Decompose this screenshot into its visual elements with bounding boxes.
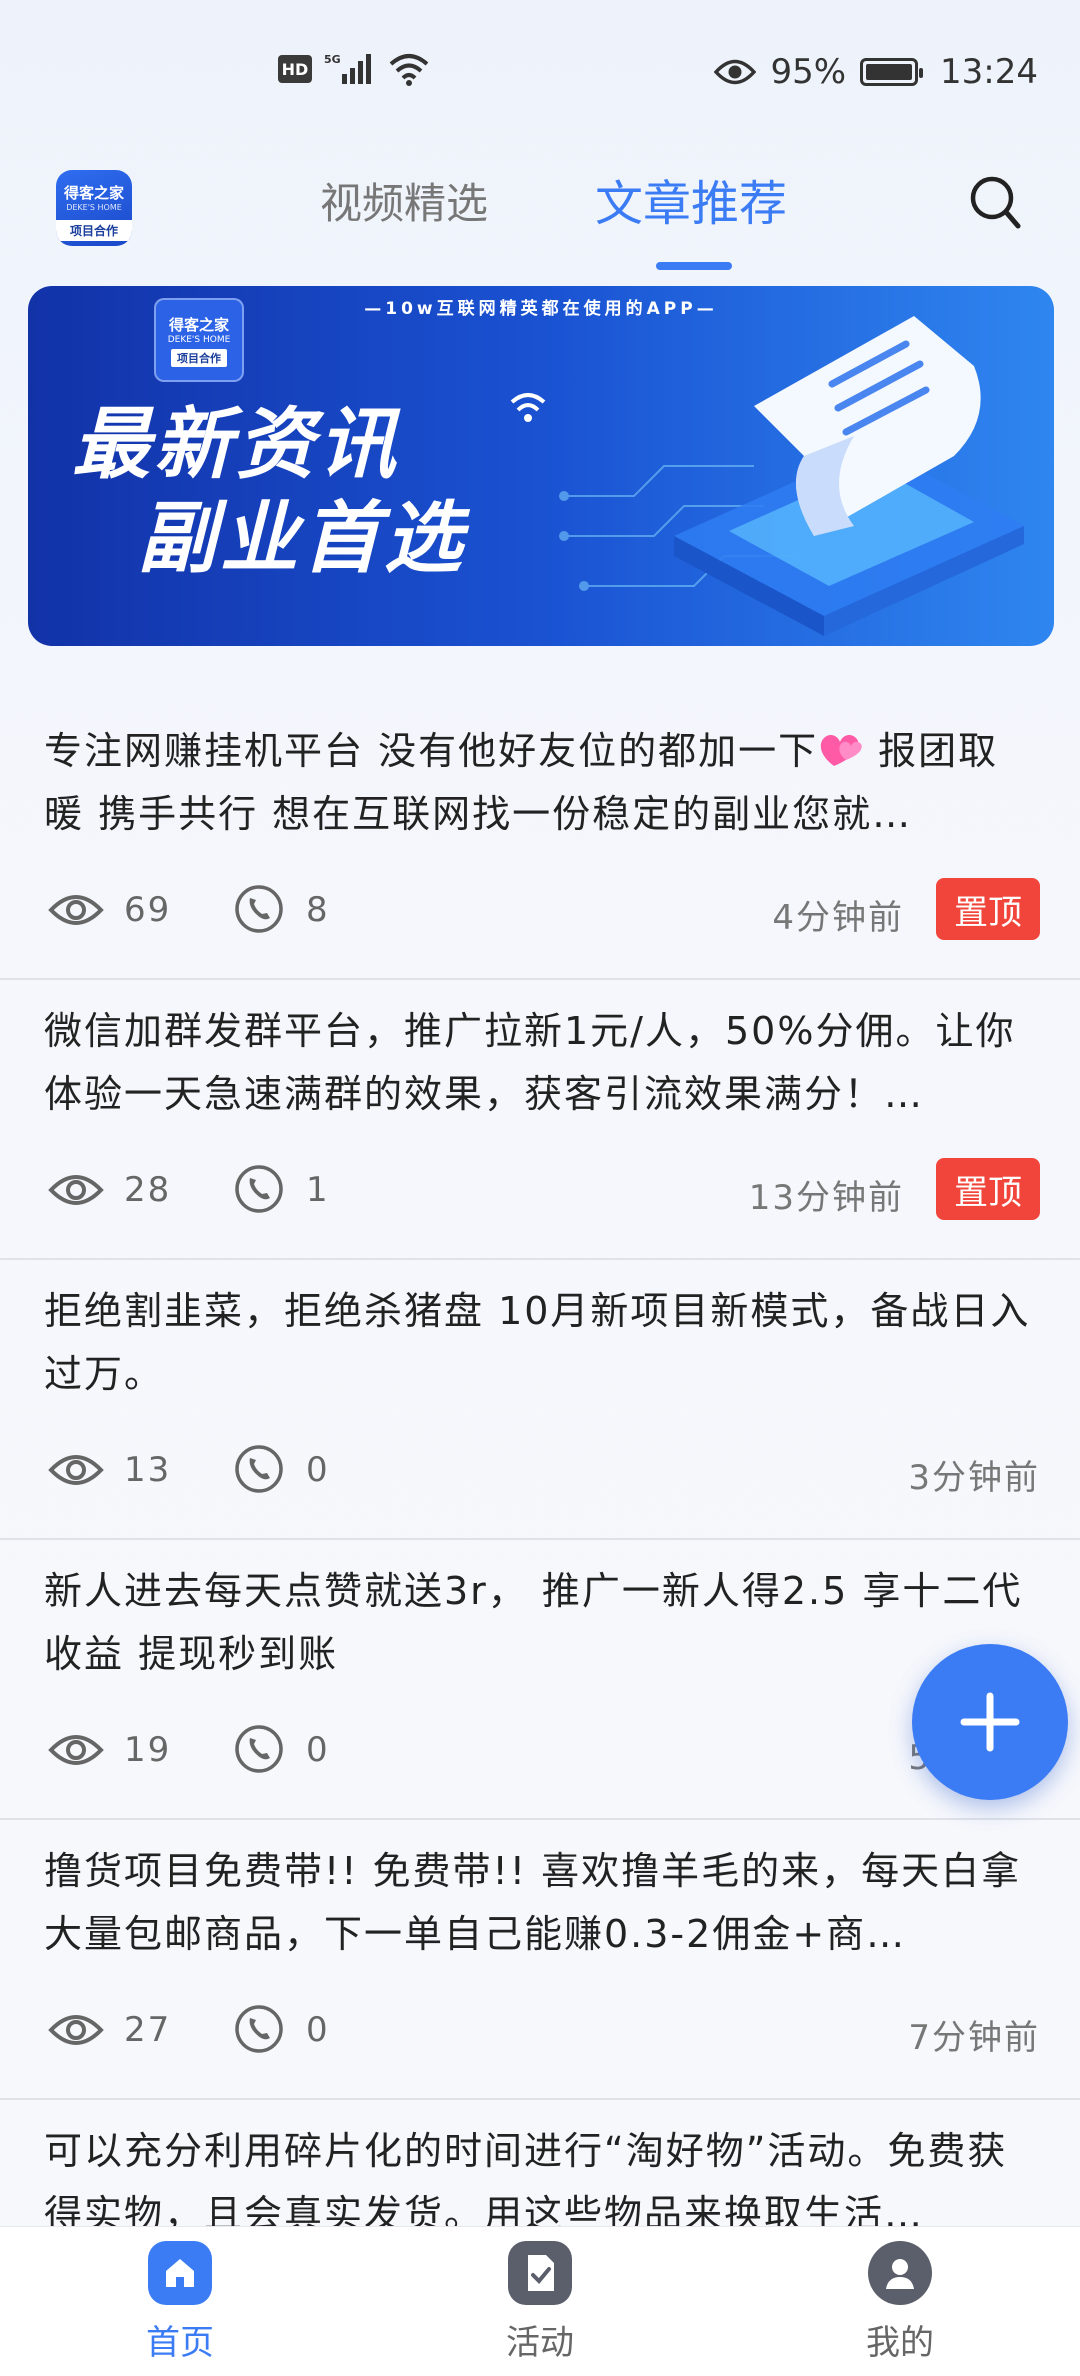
article-meta: 19 0 5分钟前	[44, 1718, 1040, 1782]
post-time: 13分钟前	[748, 1178, 904, 1218]
article-title: 撸货项目免费带!! 免费带!! 喜欢撸羊毛的来，每天白拿大量包邮商品，下一单自己…	[44, 1849, 1022, 1956]
view-count: 28	[124, 1170, 172, 1210]
eye-icon	[48, 2015, 104, 2045]
nav-activity-label: 活动	[506, 2323, 574, 2363]
banner-logo-tag: 项目合作	[171, 348, 227, 367]
eye-icon	[48, 1455, 104, 1485]
comment-count: 1	[306, 1170, 328, 1210]
nav-activity[interactable]: 活动	[460, 2241, 620, 2371]
view-count: 27	[124, 2010, 172, 2050]
phone-icon	[235, 1725, 283, 1773]
banner-logo-subtitle: DEKE'S HOME	[167, 334, 231, 345]
phone-icon	[235, 885, 283, 933]
battery-level	[866, 64, 913, 80]
nav-profile[interactable]: 我的	[820, 2241, 980, 2371]
eye-icon	[48, 895, 104, 925]
article-meta: 28 1 13分钟前 置顶	[44, 1158, 1040, 1222]
status-bar-left: HD 5G	[278, 52, 430, 86]
post-time: 4分钟前	[772, 898, 904, 938]
eye-icon	[48, 1735, 104, 1765]
bottom-navigation: 首页 活动 我的	[0, 2226, 1080, 2376]
logo-name: 得客之家	[63, 183, 124, 202]
article-title: 微信加群发群平台，推广拉新1元/人，50%分佣。让你体验一天急速满群的效果，获客…	[44, 1009, 1016, 1116]
status-bar: HD 5G 95% 13:24	[0, 0, 1080, 150]
post-time: 3分钟前	[908, 1458, 1040, 1498]
post-time: 7分钟前	[908, 2018, 1040, 2058]
clock: 13:24	[940, 52, 1038, 92]
banner-logo: 得客之家 DEKE'S HOME 项目合作	[154, 298, 244, 382]
battery-percent: 95%	[770, 52, 847, 92]
active-tab-indicator	[656, 262, 732, 270]
heart-emoji-icon	[820, 735, 862, 766]
activity-icon	[508, 2241, 572, 2305]
banner-headline-2: 副业首选	[138, 494, 467, 584]
logo-subtitle: DEKE'S HOME	[66, 202, 122, 212]
view-count: 19	[124, 1730, 172, 1770]
comment-count: 0	[306, 1730, 328, 1770]
wifi-signal-icon	[510, 393, 546, 422]
article-card[interactable]: 专注网赚挂机平台 没有他好友位的都加一下 报团取暖 携手共行 想在互联网找一份稳…	[0, 700, 1080, 980]
battery-icon	[860, 58, 924, 86]
article-meta: 13 0 3分钟前	[44, 1438, 1040, 1502]
plus-icon	[960, 1692, 1020, 1752]
nav-home-label: 首页	[146, 2323, 214, 2363]
hd-icon: HD	[278, 55, 312, 83]
app-logo[interactable]: 得客之家 DEKE'S HOME 项目合作	[56, 170, 132, 246]
article-title: 拒绝割韭菜，拒绝杀猪盘 10月新项目新模式，备战日入过万。	[44, 1289, 1031, 1396]
phone-icon	[235, 1445, 283, 1493]
search-icon[interactable]	[968, 174, 1024, 234]
phone-icon	[235, 2005, 283, 2053]
eye-comfort-icon	[714, 59, 757, 85]
profile-icon	[868, 2241, 932, 2305]
phone-icon	[235, 1165, 283, 1213]
comment-count: 0	[306, 1450, 328, 1490]
home-icon	[148, 2241, 212, 2305]
pinned-badge: 置顶	[936, 1158, 1040, 1220]
article-title: 新人进去每天点赞就送3r， 推广一新人得2.5 享十二代收益 提现秒到账	[44, 1569, 1023, 1676]
add-post-button[interactable]	[912, 1644, 1068, 1800]
promo-banner[interactable]: —10w互联网精英都在使用的APP— 得客之家 DEKE'S HOME 项目合作…	[28, 286, 1054, 646]
article-card[interactable]: 拒绝割韭菜，拒绝杀猪盘 10月新项目新模式，备战日入过万。 13 0 3分钟前	[0, 1260, 1080, 1540]
comment-count: 0	[306, 2010, 328, 2050]
nav-home[interactable]: 首页	[100, 2241, 260, 2371]
article-card[interactable]: 微信加群发群平台，推广拉新1元/人，50%分佣。让你体验一天急速满群的效果，获客…	[0, 980, 1080, 1260]
top-header: 得客之家 DEKE'S HOME 项目合作 视频精选 文章推荐	[0, 150, 1080, 270]
network-type-label: 5G	[324, 53, 341, 66]
status-bar-right: 95% 13:24	[714, 52, 1038, 92]
tab-video-picks[interactable]: 视频精选	[320, 170, 488, 231]
article-title-part-1: 专注网赚挂机平台 没有他好友位的都加一下	[44, 729, 819, 773]
document-illustration	[559, 316, 1024, 636]
view-count: 69	[124, 890, 172, 930]
banner-logo-name: 得客之家	[168, 315, 229, 334]
nav-profile-label: 我的	[866, 2323, 934, 2363]
tab-article-recommend[interactable]: 文章推荐	[595, 164, 787, 234]
article-meta: 27 0 7分钟前	[44, 1998, 1040, 2062]
logo-tag: 项目合作	[56, 219, 132, 241]
article-title: 专注网赚挂机平台 没有他好友位的都加一下 报团取暖 携手共行 想在互联网找一份稳…	[44, 720, 1034, 846]
article-meta: 69 8 4分钟前 置顶	[44, 878, 1040, 942]
pinned-badge: 置顶	[936, 878, 1040, 940]
view-count: 13	[124, 1450, 172, 1490]
article-card[interactable]: 撸货项目免费带!! 免费带!! 喜欢撸羊毛的来，每天白拿大量包邮商品，下一单自己…	[0, 1820, 1080, 2100]
wifi-icon	[389, 54, 429, 86]
comment-count: 8	[306, 890, 328, 930]
cellular-signal-icon: 5G	[324, 53, 371, 84]
article-card[interactable]: 新人进去每天点赞就送3r， 推广一新人得2.5 享十二代收益 提现秒到账 19 …	[0, 1540, 1080, 1820]
eye-icon	[48, 1175, 104, 1205]
